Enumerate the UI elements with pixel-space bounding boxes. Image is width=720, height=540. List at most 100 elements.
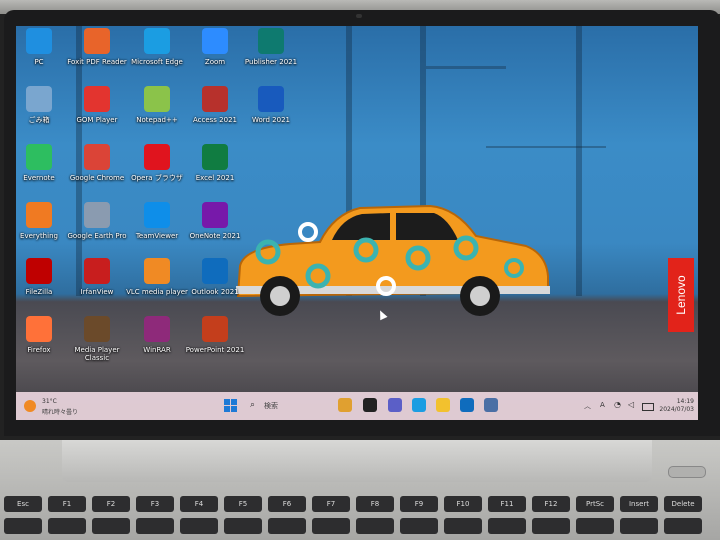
clock-date[interactable]: 2024/07/03 xyxy=(656,406,694,413)
desktop-icon[interactable]: ごみ箱 xyxy=(16,86,70,144)
desktop-icon[interactable]: FileZilla xyxy=(16,258,70,316)
start-button[interactable] xyxy=(224,399,238,413)
keyboard-key[interactable]: Esc xyxy=(4,496,42,512)
keyboard-key[interactable]: F6 xyxy=(268,496,306,512)
desktop-icon[interactable]: TeamViewer xyxy=(126,202,188,260)
wallpaper-car xyxy=(236,204,550,316)
desktop-icon[interactable]: Word 2021 xyxy=(240,86,302,144)
l-app-icon[interactable] xyxy=(363,398,377,412)
edge-taskbar-icon[interactable] xyxy=(412,398,426,412)
keyboard-key[interactable]: F2 xyxy=(92,496,130,512)
weather-widget[interactable]: 31°C 晴れ時々曇り xyxy=(22,396,112,416)
keyboard-key[interactable]: F12 xyxy=(532,496,570,512)
desktop-icon-label: Google Earth Pro xyxy=(67,232,127,240)
keyboard-key[interactable]: Delete xyxy=(664,496,702,512)
desktop-icon[interactable]: Zoom xyxy=(184,28,246,86)
keyboard-key[interactable] xyxy=(620,518,658,534)
taskbar: 31°C 晴れ時々曇り ⌕ 検索 ︿ A ◔ ◁ 14:19 2024/07/0… xyxy=(16,392,698,420)
keyboard-key[interactable] xyxy=(488,518,526,534)
publisher-icon xyxy=(258,28,284,54)
keyboard-key[interactable]: F1 xyxy=(48,496,86,512)
chat-icon[interactable] xyxy=(388,398,402,412)
lenovo-logo-text: Lenovo xyxy=(674,275,688,315)
keyboard-key[interactable] xyxy=(268,518,306,534)
zoom-icon xyxy=(202,28,228,54)
desktop-icon[interactable]: Access 2021 xyxy=(184,86,246,144)
desktop-icon[interactable]: Evernote xyxy=(16,144,70,202)
desktop-icon[interactable]: Outlook 2021 xyxy=(184,258,246,316)
volume-icon[interactable]: ◁ xyxy=(628,400,634,409)
file-explorer-icon[interactable] xyxy=(436,398,450,412)
keyboard-key[interactable]: PrtSc xyxy=(576,496,614,512)
chevron-up-icon[interactable]: ︿ xyxy=(584,401,591,411)
keyboard-key[interactable]: F10 xyxy=(444,496,482,512)
keyboard-key[interactable]: F3 xyxy=(136,496,174,512)
keyboard-key[interactable] xyxy=(312,518,350,534)
desktop-icon[interactable]: IrfanView xyxy=(66,258,128,316)
keyboard-key[interactable] xyxy=(48,518,86,534)
desktop-icon[interactable]: WinRAR xyxy=(126,316,188,374)
desktop-screen[interactable]: PC Foxit PDF Reader Microsoft Edge Zoom Publ… xyxy=(16,26,698,420)
desktop-icon[interactable]: OneNote 2021 xyxy=(184,202,246,260)
desktop-icon[interactable]: Opera ブラウザ xyxy=(126,144,188,202)
clock-time[interactable]: 14:19 xyxy=(666,398,694,405)
notepadpp-icon xyxy=(144,86,170,112)
ime-indicator[interactable]: A xyxy=(600,401,605,409)
desktop-icon[interactable]: Firefox xyxy=(16,316,70,374)
desktop-icon-label: Publisher 2021 xyxy=(244,58,298,66)
keyboard-key[interactable] xyxy=(664,518,702,534)
taskbar-search[interactable]: ⌕ 検索 xyxy=(248,398,328,414)
desktop-icon[interactable]: Excel 2021 xyxy=(184,144,246,202)
keyboard-key[interactable] xyxy=(576,518,614,534)
desktop-icon[interactable]: Everything xyxy=(16,202,70,260)
desktop-icon[interactable]: VLC media player xyxy=(126,258,188,316)
keyboard-key[interactable]: Insert xyxy=(620,496,658,512)
mail-icon[interactable] xyxy=(460,398,474,412)
desktop-icon[interactable]: Media Player Classic xyxy=(66,316,128,374)
firefox-icon xyxy=(26,316,52,342)
keyboard-key[interactable] xyxy=(400,518,438,534)
desktop-icon[interactable]: Foxit PDF Reader xyxy=(66,28,128,86)
power-button[interactable] xyxy=(668,466,706,478)
battery-icon[interactable] xyxy=(642,403,654,411)
keyboard-key[interactable]: F7 xyxy=(312,496,350,512)
keyboard-key[interactable]: F4 xyxy=(180,496,218,512)
keyboard-key[interactable]: F9 xyxy=(400,496,438,512)
settings-icon[interactable] xyxy=(484,398,498,412)
desktop-icon[interactable]: Google Earth Pro xyxy=(66,202,128,260)
desktop-icon[interactable]: Notepad++ xyxy=(126,86,188,144)
desktop-icon-label: Opera ブラウザ xyxy=(131,174,183,182)
desktop-icon-label: IrfanView xyxy=(80,288,114,296)
outlook-icon xyxy=(202,258,228,284)
keyboard-key[interactable] xyxy=(356,518,394,534)
media-player-classic-icon xyxy=(84,316,110,342)
keyboard-key[interactable]: F5 xyxy=(224,496,262,512)
keyboard-key[interactable] xyxy=(180,518,218,534)
google-earth-icon xyxy=(84,202,110,228)
keyboard-key[interactable] xyxy=(224,518,262,534)
laptop-lid: PC Foxit PDF Reader Microsoft Edge Zoom Publ… xyxy=(0,0,720,440)
filezilla-icon xyxy=(26,258,52,284)
desktop-icon[interactable]: GOM Player xyxy=(66,86,128,144)
keyboard-key[interactable] xyxy=(4,518,42,534)
keyboard: Esc F1 F2 F3 F4 F5 F6 F7 F8 F9 F10 F11 F12 PrtSc Inser… xyxy=(0,490,720,540)
desktop-icon[interactable]: PowerPoint 2021 xyxy=(184,316,246,374)
keyboard-key[interactable] xyxy=(532,518,570,534)
desktop-icon[interactable]: Publisher 2021 xyxy=(240,28,302,86)
keyboard-key[interactable] xyxy=(444,518,482,534)
keyboard-key[interactable] xyxy=(136,518,174,534)
keyboard-key[interactable] xyxy=(92,518,130,534)
keyboard-key[interactable]: F11 xyxy=(488,496,526,512)
desktop-icon[interactable]: PC xyxy=(16,28,70,86)
desktop-icon-label: Notepad++ xyxy=(136,116,178,124)
windows-logo-icon xyxy=(231,399,237,405)
chart-app-icon[interactable] xyxy=(338,398,352,412)
weather-sun-icon xyxy=(24,400,36,412)
wifi-icon[interactable]: ◔ xyxy=(614,400,621,409)
desktop-icon[interactable]: Microsoft Edge xyxy=(126,28,188,86)
desktop-icon-label: Word 2021 xyxy=(251,116,291,124)
desktop-icon[interactable]: Google Chrome xyxy=(66,144,128,202)
onenote-icon xyxy=(202,202,228,228)
windows-logo-icon xyxy=(224,399,230,405)
keyboard-key[interactable]: F8 xyxy=(356,496,394,512)
